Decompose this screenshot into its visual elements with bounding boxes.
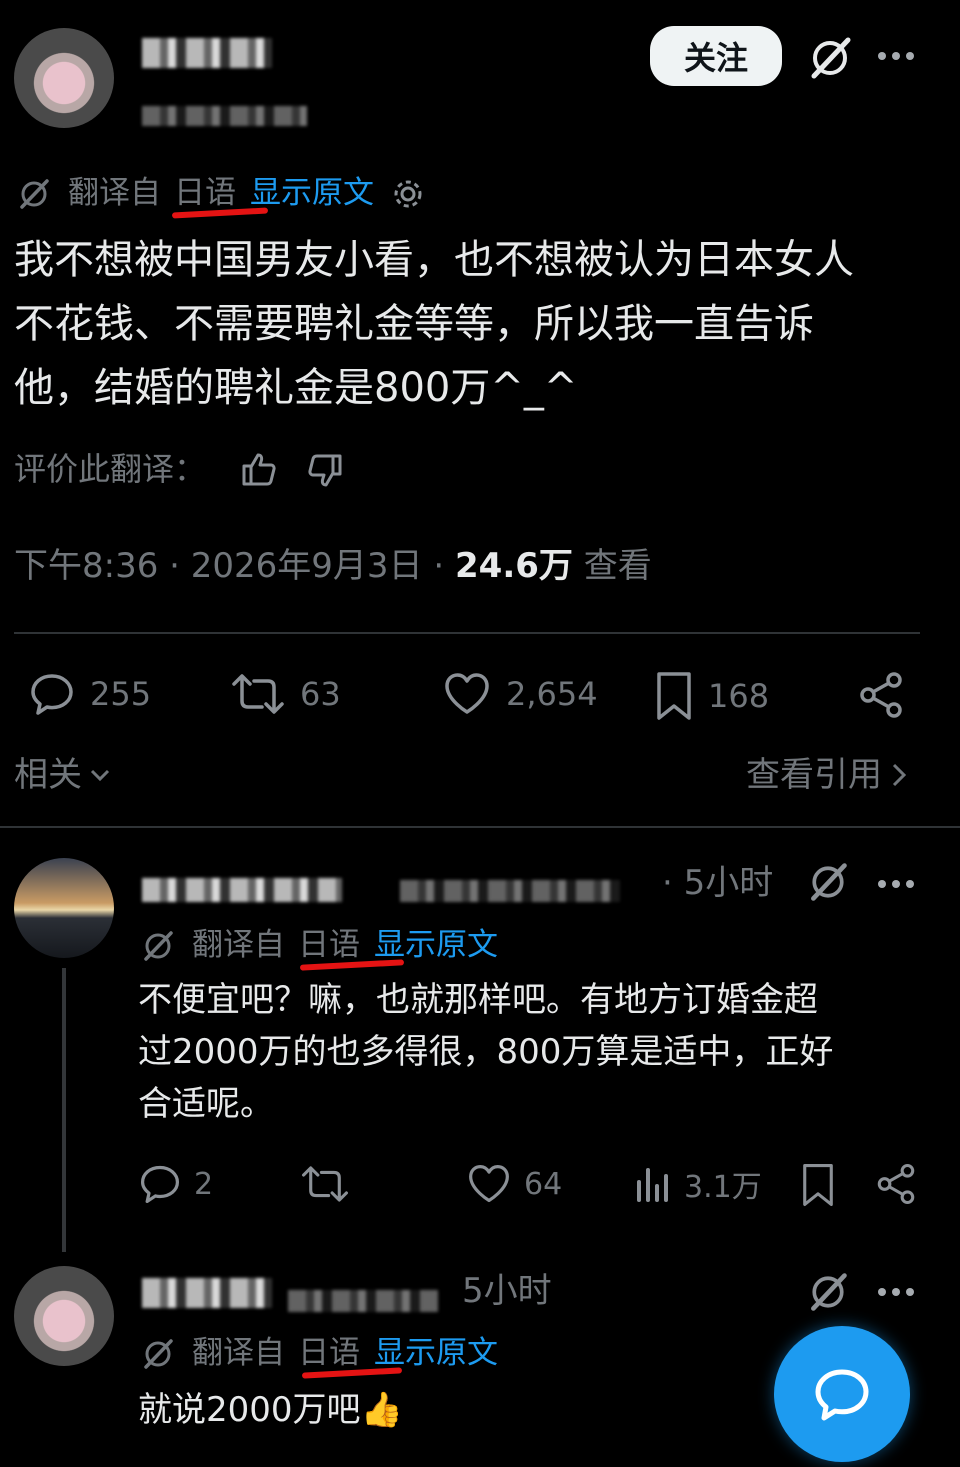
thumbs-up-icon[interactable] <box>240 450 278 488</box>
thumbs-down-icon[interactable] <box>306 452 344 490</box>
translated-language: 日语 <box>174 175 236 211</box>
post-text-line: 我不想被中国男友小看，也不想被认为日本女人 <box>14 237 854 283</box>
views-label: 查看 <box>572 546 652 586</box>
heart-icon <box>469 1164 509 1203</box>
username-redacted[interactable] <box>288 1290 438 1312</box>
reply-bubble-icon <box>31 674 73 715</box>
grok-slash-icon[interactable] <box>806 34 854 82</box>
reply-text: 不便宜吧？嘛，也就那样吧。有地方订婚金超 过2000万的也多得很，800万算是适… <box>138 974 938 1130</box>
repost-button[interactable]: 63 <box>230 670 341 718</box>
chevron-down-icon <box>90 769 110 782</box>
follow-button[interactable]: 关注 <box>650 26 782 86</box>
like-button[interactable]: 64 <box>466 1162 562 1206</box>
bookmark-button[interactable]: 168 <box>654 670 769 722</box>
translated-from-label: 翻译自 <box>192 1335 285 1371</box>
translated-from-label: 翻译自 <box>68 175 161 211</box>
share-icon[interactable] <box>856 670 906 720</box>
display-name-redacted[interactable] <box>142 878 342 902</box>
reply-button[interactable]: 2 <box>138 1162 213 1206</box>
bookmark-icon <box>657 672 691 720</box>
grok-slash-icon <box>140 1336 176 1372</box>
translated-from-label: 翻译自 <box>192 927 285 963</box>
reply-time[interactable]: 5小时 <box>462 1268 552 1314</box>
avatar[interactable] <box>14 1266 114 1366</box>
divider <box>0 826 960 828</box>
post-text-line: 不花钱、不需要聘礼金等等，所以我一直告诉 <box>14 301 814 347</box>
bookmark-count: 168 <box>708 677 770 715</box>
thread-line <box>62 968 66 1252</box>
like-count: 64 <box>524 1166 563 1202</box>
post-text: 我不想被中国男友小看，也不想被认为日本女人 不花钱、不需要聘礼金等等，所以我一直… <box>14 228 944 420</box>
grok-slash-icon[interactable] <box>806 1270 850 1314</box>
more-dots-icon[interactable] <box>876 48 916 64</box>
divider <box>14 632 920 634</box>
grok-slash-icon[interactable] <box>806 860 850 904</box>
grok-slash-icon <box>140 928 176 964</box>
post-text-line: 他，结婚的聘礼金是800万^_^ <box>14 365 578 411</box>
more-dots-icon[interactable] <box>876 876 916 892</box>
repost-icon <box>232 674 284 714</box>
compose-reply-icon <box>815 1369 869 1421</box>
rate-translation-label: 评价此翻译： <box>14 450 207 488</box>
reply-text-line: 不便宜吧？嘛，也就那样吧。有地方订婚金超 <box>138 980 818 1020</box>
grok-slash-icon <box>16 176 52 212</box>
username-redacted[interactable] <box>400 880 620 902</box>
repost-count: 63 <box>300 675 341 713</box>
views-count: 24.6万 <box>455 546 573 586</box>
reply-button[interactable]: 255 <box>28 670 151 718</box>
reply-count: 2 <box>194 1166 214 1202</box>
reply-time[interactable]: · 5小时 <box>662 860 773 906</box>
views-bars-icon <box>637 1168 668 1202</box>
view-quotes-label: 查看引用 <box>746 755 882 795</box>
show-original-link[interactable]: 显示原文 <box>250 172 374 214</box>
more-dots-icon[interactable] <box>876 1284 916 1300</box>
like-button[interactable]: 2,654 <box>442 670 598 718</box>
show-original-link[interactable]: 显示原文 <box>374 1332 498 1374</box>
chevron-right-icon <box>892 763 907 787</box>
post-meta: 下午8:36 · 2026年9月3日 · 24.6万 查看 <box>14 542 652 590</box>
views-count: 3.1万 <box>684 1170 762 1205</box>
bookmark-icon[interactable] <box>800 1162 836 1208</box>
view-quotes-link[interactable]: 查看引用 <box>746 752 908 798</box>
gear-icon[interactable] <box>390 176 426 212</box>
reply-bubble-icon <box>140 1165 180 1204</box>
share-icon[interactable] <box>874 1162 918 1206</box>
username-redacted[interactable] <box>142 106 307 126</box>
avatar[interactable] <box>14 28 114 128</box>
translated-language: 日语 <box>298 927 360 963</box>
compose-reply-button[interactable] <box>774 1326 910 1462</box>
reply-count: 255 <box>90 675 152 713</box>
repost-icon[interactable] <box>300 1162 350 1206</box>
avatar[interactable] <box>14 858 114 958</box>
views-button[interactable]: 3.1万 <box>634 1162 762 1206</box>
display-name-redacted[interactable] <box>142 1278 272 1308</box>
translated-language: 日语 <box>298 1335 360 1371</box>
heart-icon <box>445 673 489 714</box>
reply-text-line: 合适呢。 <box>138 1084 274 1124</box>
reply-text: 就说2000万吧👍 <box>138 1390 403 1430</box>
like-count: 2,654 <box>506 675 598 713</box>
show-original-link[interactable]: 显示原文 <box>374 924 498 966</box>
reply-text-line: 过2000万的也多得很，800万算是适中，正好 <box>138 1032 834 1072</box>
timestamp[interactable]: 下午8:36 · 2026年9月3日 · <box>14 546 455 586</box>
display-name-redacted[interactable] <box>142 38 272 68</box>
related-dropdown[interactable]: 相关 <box>14 752 112 798</box>
related-label: 相关 <box>14 755 82 795</box>
